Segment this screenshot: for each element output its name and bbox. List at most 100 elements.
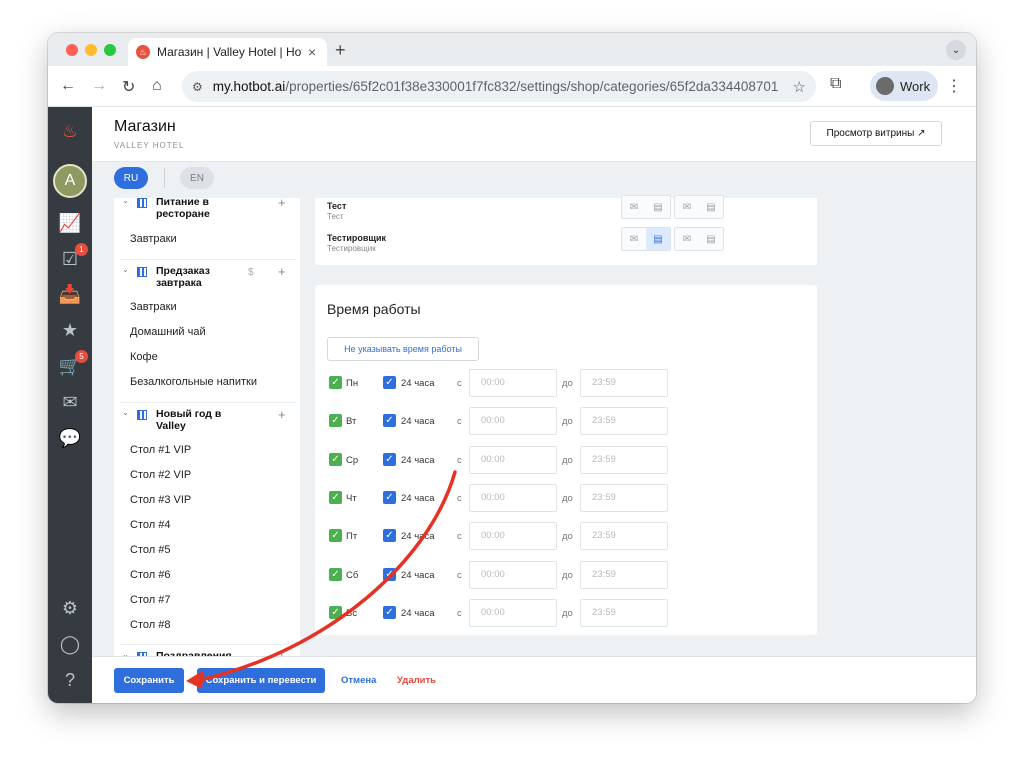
time-to-input[interactable]: 23:59 [580, 522, 668, 551]
analytics-icon[interactable]: 📈 [58, 211, 82, 235]
tasks-icon[interactable]: ☑ 1 [58, 243, 88, 271]
mailing-icon[interactable]: ✉ [58, 390, 82, 414]
time-from-input[interactable]: 00:00 [469, 483, 557, 512]
day-label: Чт [346, 492, 357, 504]
help-icon[interactable]: ? [58, 668, 82, 692]
category-list-item[interactable]: Стол #2 VIP [130, 469, 191, 481]
day-enabled-checkbox[interactable]: ✓ [329, 452, 342, 466]
hotbot-logo-icon[interactable]: ♨ [58, 119, 82, 143]
all-day-checkbox[interactable]: ✓ [383, 490, 396, 504]
add-item-icon[interactable]: + [278, 649, 286, 656]
time-from-input[interactable]: 00:00 [469, 598, 557, 627]
email-channel-icon[interactable]: ✉ [622, 228, 646, 250]
lang-en-tab[interactable]: EN [180, 167, 214, 189]
settings-icon[interactable]: ⚙ [58, 596, 82, 620]
category-list-item[interactable]: Стол #1 VIP [130, 444, 191, 456]
category-list-item[interactable]: Стол #7 [130, 594, 170, 606]
lang-ru-tab[interactable]: RU [114, 167, 148, 189]
maximize-window-button[interactable] [104, 44, 116, 56]
category-list-item[interactable]: Завтраки [130, 301, 177, 313]
reviews-icon[interactable]: ★ [58, 318, 82, 342]
new-tab-button[interactable]: + [335, 40, 346, 61]
time-to-input[interactable]: 23:59 [580, 369, 668, 397]
day-enabled-checkbox[interactable]: ✓ [329, 529, 342, 543]
all-day-checkbox[interactable]: ✓ [383, 567, 396, 581]
time-to-input[interactable]: 23:59 [580, 598, 668, 627]
all-day-checkbox[interactable]: ✓ [383, 414, 396, 428]
category-grid-icon [137, 267, 147, 277]
no-hours-button[interactable]: Не указывать время работы [327, 337, 479, 361]
time-from-input[interactable]: 00:00 [469, 445, 557, 474]
tab-close-icon[interactable]: × [308, 44, 316, 60]
all-day-checkbox[interactable]: ✓ [383, 529, 396, 543]
extensions-icon[interactable]: ⧉ [830, 75, 841, 93]
category-title[interactable]: Новый год в Valley [156, 408, 252, 432]
category-title[interactable]: Предзаказ завтрака [156, 265, 252, 289]
email-channel-icon[interactable]: ✉ [622, 196, 646, 218]
email-channel-icon[interactable]: ✉ [675, 196, 699, 218]
site-info-icon[interactable]: ⚙ [192, 80, 203, 94]
day-enabled-checkbox[interactable]: ✓ [329, 376, 342, 389]
profile-button[interactable]: Work [870, 71, 938, 101]
notification-channel-group: ✉ ▤ [674, 227, 724, 251]
chevron-down-icon[interactable]: ⌄ [122, 265, 129, 274]
time-to-input[interactable]: 23:59 [580, 560, 668, 589]
add-item-icon[interactable]: + [278, 264, 286, 279]
day-enabled-checkbox[interactable]: ✓ [329, 567, 342, 581]
forward-icon[interactable]: → [91, 77, 107, 95]
day-enabled-checkbox[interactable]: ✓ [329, 414, 342, 428]
all-day-checkbox[interactable]: ✓ [383, 605, 396, 619]
chat-icon[interactable]: 💬 [58, 426, 82, 450]
shop-cart-icon[interactable]: 🛒 5 [58, 350, 88, 378]
reload-icon[interactable]: ↻ [122, 77, 135, 97]
add-item-icon[interactable]: + [278, 407, 286, 422]
category-list-item[interactable]: Домашний чай [130, 326, 206, 338]
category-list-item[interactable]: Кофе [130, 351, 158, 363]
chevron-down-icon[interactable]: ⌄ [122, 408, 129, 417]
time-from-input[interactable]: 00:00 [469, 522, 557, 551]
chat-channel-icon[interactable]: ▤ [699, 196, 723, 218]
time-to-input[interactable]: 23:59 [580, 445, 668, 474]
view-showcase-button[interactable]: Просмотр витрины ↗ [810, 121, 942, 146]
browser-tab[interactable]: ♨ Магазин | Valley Hotel | Hotbo × [128, 38, 327, 66]
category-list-item[interactable]: Завтраки [130, 233, 177, 245]
hotel-avatar[interactable]: A [53, 164, 87, 198]
category-list-item[interactable]: Стол #6 [130, 569, 170, 581]
category-title[interactable]: Питание в ресторане [156, 198, 252, 220]
category-list-item[interactable]: Стол #8 [130, 619, 170, 631]
all-day-checkbox[interactable]: ✓ [383, 376, 396, 389]
time-from-input[interactable]: 00:00 [469, 369, 557, 397]
time-to-input[interactable]: 23:59 [580, 483, 668, 512]
chat-channel-icon[interactable]: ▤ [646, 196, 670, 218]
time-to-input[interactable]: 23:59 [580, 407, 668, 436]
chat-channel-icon[interactable]: ▤ [646, 228, 670, 250]
back-icon[interactable]: ← [60, 77, 76, 95]
user-profile-icon[interactable]: ◯ [58, 632, 82, 656]
save-and-translate-button[interactable]: Сохранить и перевести [197, 668, 325, 693]
chat-channel-icon[interactable]: ▤ [699, 228, 723, 250]
minimize-window-button[interactable] [85, 44, 97, 56]
time-from-input[interactable]: 00:00 [469, 407, 557, 436]
inbox-icon[interactable]: 📥 [58, 282, 82, 306]
tab-search-button[interactable]: ⌄ [946, 40, 966, 60]
category-list-item[interactable]: Стол #4 [130, 519, 170, 531]
day-enabled-checkbox[interactable]: ✓ [329, 605, 342, 619]
address-bar[interactable]: ⚙ my.hotbot.ai/properties/65f2c01f38e330… [182, 71, 816, 102]
save-button[interactable]: Сохранить [114, 668, 184, 693]
email-channel-icon[interactable]: ✉ [675, 228, 699, 250]
delete-button[interactable]: Удалить [397, 675, 436, 686]
cancel-button[interactable]: Отмена [341, 675, 376, 686]
bookmark-star-icon[interactable]: ☆ [793, 78, 806, 96]
time-from-input[interactable]: 00:00 [469, 560, 557, 589]
browser-menu-icon[interactable]: ⋮ [946, 76, 962, 96]
category-list-item[interactable]: Стол #5 [130, 544, 170, 556]
all-day-checkbox[interactable]: ✓ [383, 452, 396, 466]
day-enabled-checkbox[interactable]: ✓ [329, 490, 342, 504]
close-window-button[interactable] [66, 44, 78, 56]
url-text[interactable]: my.hotbot.ai/properties/65f2c01f38e33000… [213, 79, 778, 94]
chevron-down-icon[interactable]: ⌄ [122, 198, 129, 205]
add-item-icon[interactable]: + [278, 198, 286, 210]
category-list-item[interactable]: Безалкогольные напитки [130, 376, 257, 388]
category-list-item[interactable]: Стол #3 VIP [130, 494, 191, 506]
home-icon[interactable]: ⌂ [152, 77, 162, 95]
